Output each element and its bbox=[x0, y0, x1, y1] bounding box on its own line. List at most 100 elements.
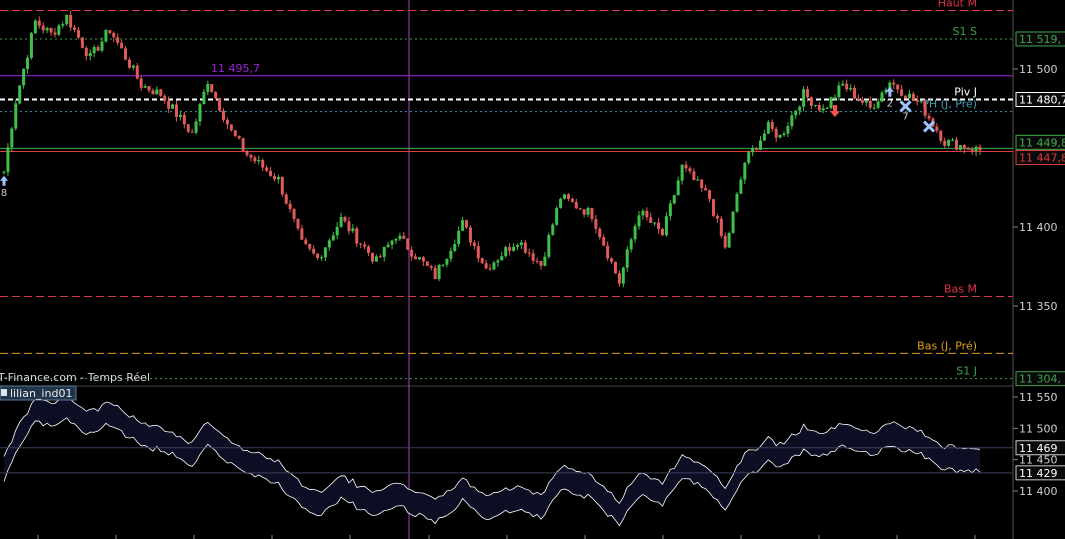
candle-body bbox=[394, 239, 398, 241]
candle-body bbox=[461, 220, 465, 231]
indicator-value-label: 11 429 bbox=[1019, 467, 1058, 480]
candle-body bbox=[65, 14, 69, 25]
price-tag-label: 11 304, bbox=[1019, 373, 1061, 386]
candle-body bbox=[668, 203, 672, 217]
candle-body bbox=[41, 25, 45, 31]
candle-body bbox=[327, 240, 331, 248]
axis-tick-label: 11 350 bbox=[1019, 300, 1058, 313]
candle-body bbox=[590, 207, 594, 219]
candle-body bbox=[582, 209, 586, 215]
candle-body bbox=[417, 257, 421, 260]
indicator-band bbox=[3, 396, 981, 527]
candle-body bbox=[574, 201, 578, 209]
candle-body bbox=[347, 221, 351, 232]
candle-body bbox=[637, 215, 641, 227]
candle-body bbox=[900, 89, 904, 96]
axis-tick-label: 11 400 bbox=[1019, 221, 1058, 234]
candle-body bbox=[676, 180, 680, 196]
chart-canvas: Haut M S1 S 11 495,7 Piv JPH (J, Pré) Bas M B… bbox=[0, 0, 1065, 539]
indicator-checkbox-icon[interactable] bbox=[1, 389, 7, 396]
candle-body bbox=[316, 253, 320, 258]
candle-body bbox=[429, 265, 433, 268]
candle-body bbox=[225, 119, 229, 125]
candle-body bbox=[178, 114, 182, 117]
candle-body bbox=[751, 148, 755, 153]
candle-body bbox=[453, 244, 457, 251]
candle-body bbox=[735, 193, 739, 212]
candle-body bbox=[206, 84, 210, 92]
candle-body bbox=[468, 227, 472, 243]
candle-body bbox=[26, 57, 30, 69]
candle-body bbox=[14, 103, 18, 129]
candle-body bbox=[951, 139, 955, 141]
candle-body bbox=[402, 235, 406, 239]
level-label: 11 495,7 bbox=[211, 62, 260, 75]
candle-body bbox=[194, 121, 198, 133]
indicator-value-label: 11 469 bbox=[1019, 442, 1058, 455]
candle-body bbox=[29, 33, 33, 58]
candle-body bbox=[629, 239, 633, 250]
candle-body bbox=[700, 179, 704, 189]
candle-body bbox=[378, 256, 382, 258]
candle-body bbox=[476, 246, 480, 259]
price-series bbox=[2, 11, 982, 288]
candle-body bbox=[261, 160, 265, 168]
candle-body bbox=[853, 87, 857, 99]
candle-body bbox=[398, 235, 402, 240]
axis-tick-label: 11 550 bbox=[1019, 391, 1058, 404]
level-label: S1 J bbox=[956, 365, 977, 378]
candle-body bbox=[919, 100, 923, 102]
buy-arrow-icon[interactable] bbox=[0, 175, 8, 186]
exit-cross-icon[interactable] bbox=[899, 100, 912, 113]
candle-body bbox=[445, 258, 449, 265]
candle-body bbox=[708, 190, 712, 200]
candle-body bbox=[892, 82, 896, 85]
candle-body bbox=[159, 89, 163, 96]
candle-body bbox=[222, 110, 226, 120]
candle-body bbox=[288, 203, 292, 210]
candle-body bbox=[896, 84, 900, 90]
candle-body bbox=[214, 91, 218, 98]
candle-body bbox=[864, 100, 868, 103]
candle-body bbox=[856, 98, 860, 101]
level-label: PH (J, Pré) bbox=[922, 98, 977, 111]
candle-body bbox=[249, 155, 253, 158]
candle-body bbox=[351, 228, 355, 232]
candle-body bbox=[974, 146, 978, 152]
candle-body bbox=[617, 273, 621, 284]
candle-body bbox=[911, 93, 915, 100]
candle-body bbox=[555, 207, 559, 225]
candle-body bbox=[269, 170, 273, 176]
candle-body bbox=[711, 199, 715, 216]
indicator-pane: 11 400 11 450 11 500 11 550 11 469 11 429 li… bbox=[0, 385, 1065, 527]
candle-body bbox=[970, 149, 974, 152]
candle-body bbox=[758, 140, 762, 150]
candle-body bbox=[280, 176, 284, 195]
candle-body bbox=[433, 267, 437, 279]
candle-body bbox=[367, 246, 371, 253]
candle-body bbox=[406, 238, 410, 250]
candle-body bbox=[49, 27, 53, 33]
candle-body bbox=[813, 104, 817, 106]
candle-body bbox=[155, 89, 159, 95]
level-label: Bas M bbox=[944, 283, 977, 296]
indicator-name[interactable]: lilian_ind01 bbox=[10, 387, 72, 400]
candle-body bbox=[335, 226, 339, 236]
candle-body bbox=[825, 107, 829, 109]
candle-body bbox=[943, 140, 947, 146]
candle-body bbox=[680, 164, 684, 181]
candle-body bbox=[664, 216, 668, 236]
buy-arrow-icon[interactable] bbox=[885, 86, 894, 97]
candle-body bbox=[319, 257, 323, 259]
candle-body bbox=[958, 145, 962, 150]
candle-body bbox=[809, 97, 813, 106]
candle-body bbox=[135, 65, 139, 79]
candle-body bbox=[449, 250, 453, 259]
candle-body bbox=[817, 104, 821, 111]
candle-body bbox=[171, 104, 175, 109]
candle-body bbox=[441, 264, 445, 266]
candle-body bbox=[124, 48, 128, 60]
candle-body bbox=[515, 245, 519, 247]
candle-body bbox=[610, 258, 614, 262]
candle-body bbox=[457, 230, 461, 245]
